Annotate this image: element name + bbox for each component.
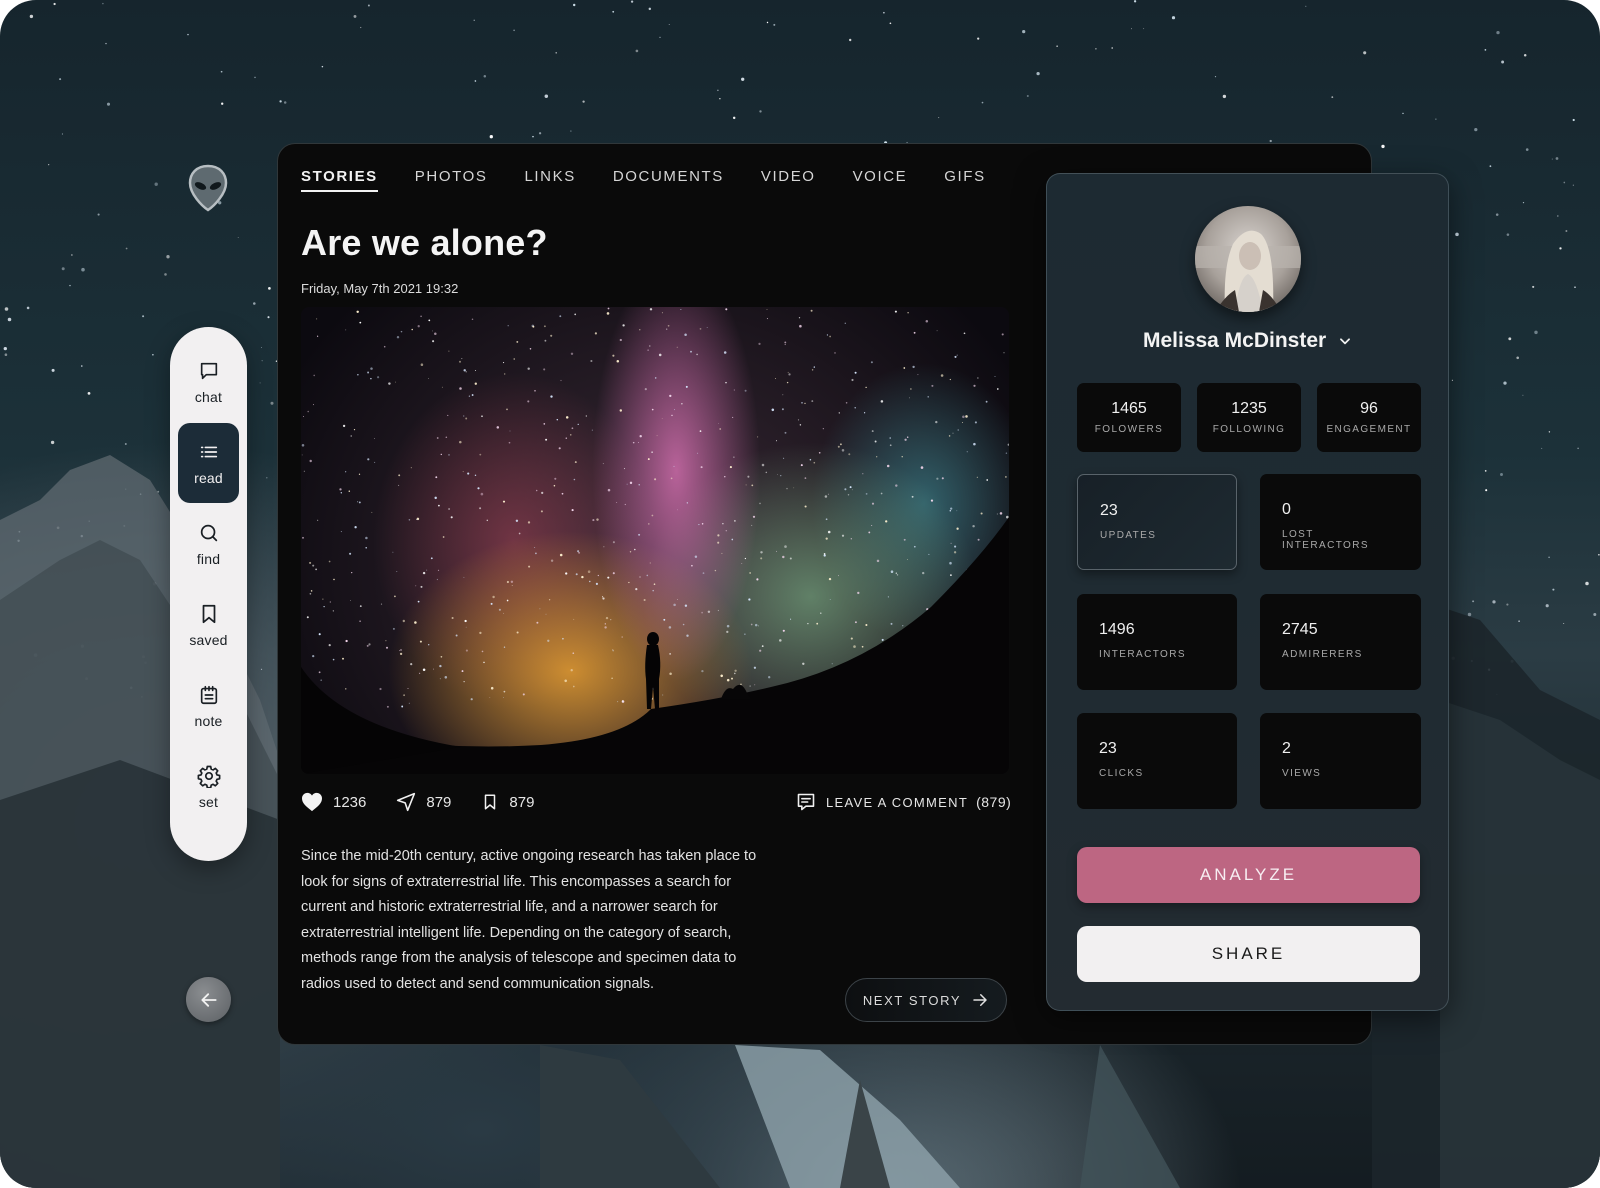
stat-label: FOLOWERS [1094, 424, 1164, 435]
side-nav: chat read find saved note set [170, 327, 247, 861]
metric-card-lost-interactors[interactable]: 0 LOST INTERACTORS [1260, 474, 1421, 570]
alien-head-icon [188, 164, 228, 212]
stat-value: 1235 [1231, 400, 1267, 417]
story-actions: 1236 879 879 [301, 792, 564, 812]
nav-item-label: saved [189, 632, 228, 648]
metric-value: 0 [1282, 501, 1291, 518]
arrow-right-icon [973, 994, 987, 1006]
nav-item-label: chat [194, 389, 223, 405]
profile-panel: Melissa McDinster 1465 FOLOWERS 1235 FOL… [1046, 173, 1449, 1011]
metric-card-clicks[interactable]: 23 CLICKS [1077, 713, 1237, 809]
share-count: 879 [426, 793, 452, 811]
arrow-left-icon [200, 992, 217, 1007]
bookmark-icon [485, 794, 496, 810]
metric-label: INTERACTORS [1099, 649, 1186, 660]
stat-following: 1235 FOLLOWING [1197, 383, 1301, 452]
tab-gifs[interactable]: GIFS [944, 168, 985, 191]
nav-item-label: note [194, 713, 223, 729]
nav-item-label: read [194, 470, 223, 486]
nav-item-note[interactable]: note [178, 666, 239, 746]
nav-item-read[interactable]: read [178, 423, 239, 503]
leave-comment-link[interactable]: LEAVE A COMMENT (879) [796, 792, 1011, 812]
heart-icon [302, 792, 322, 812]
share-story-button[interactable]: 879 [396, 792, 451, 812]
next-story-label: NEXT STORY [862, 992, 962, 1008]
metric-value: 2 [1282, 740, 1291, 757]
send-icon [397, 792, 416, 812]
tab-links[interactable]: LINKS [524, 168, 575, 191]
metric-card-admirerers[interactable]: 2745 ADMIRERERS [1260, 594, 1421, 690]
analyze-button[interactable]: ANALYZE [1077, 847, 1420, 903]
metric-value: 23 [1099, 740, 1117, 757]
comment-label: LEAVE A COMMENT [826, 794, 969, 810]
chevron-down-icon [1340, 338, 1351, 345]
share-button[interactable]: SHARE [1077, 926, 1420, 982]
profile-name-dropdown[interactable]: Melissa McDinster [1047, 329, 1448, 353]
story-date: Friday, May 7th 2021 19:32 [301, 281, 459, 296]
stat-value: 96 [1360, 400, 1378, 417]
stat-value: 1465 [1111, 400, 1147, 417]
profile-name: Melissa McDinster [1142, 329, 1327, 352]
story-body: Since the mid-20th century, active ongoi… [301, 848, 757, 992]
tab-stories[interactable]: STORIES [301, 168, 378, 192]
metric-label: CLICKS [1099, 768, 1144, 779]
nav-item-chat[interactable]: chat [178, 342, 239, 422]
list-icon [197, 440, 221, 464]
metric-card-interactors[interactable]: 1496 INTERACTORS [1077, 594, 1237, 690]
metric-label: UPDATES [1100, 530, 1157, 541]
bookmark-icon [197, 602, 221, 626]
tab-video[interactable]: VIDEO [761, 168, 816, 191]
like-button[interactable]: 1236 [301, 792, 366, 812]
tab-photos[interactable]: PHOTOS [415, 168, 488, 191]
metric-label: LOST INTERACTORS [1282, 529, 1369, 551]
tab-documents[interactable]: DOCUMENTS [613, 168, 724, 191]
save-count: 879 [509, 793, 535, 811]
nav-item-set[interactable]: set [178, 747, 239, 827]
metric-label: VIEWS [1282, 768, 1322, 779]
app-window: chat read find saved note set STORIES PH… [0, 0, 1600, 1188]
nav-item-label: find [196, 551, 221, 567]
comment-count: (879) [976, 794, 1012, 810]
search-icon [197, 521, 221, 545]
gear-icon [197, 764, 221, 788]
metric-value: 2745 [1282, 621, 1318, 638]
notepad-icon [197, 683, 221, 707]
stat-engagement: 96 ENGAGEMENT [1317, 383, 1421, 452]
story-title: Are we alone? [301, 222, 548, 263]
top-stats: 1465 FOLOWERS 1235 FOLLOWING 96 ENGAGEME… [1077, 383, 1421, 452]
story-image [301, 307, 1009, 774]
like-count: 1236 [333, 793, 367, 811]
metric-value: 23 [1100, 502, 1118, 519]
metric-card-updates[interactable]: 23 UPDATES [1077, 474, 1237, 570]
content-tabs: STORIES PHOTOS LINKS DOCUMENTS VIDEO VOI… [301, 168, 1023, 192]
comment-icon [797, 793, 815, 811]
avatar[interactable] [1195, 206, 1301, 312]
stat-label: FOLLOWING [1212, 424, 1286, 435]
chat-bubble-icon [197, 359, 221, 383]
metric-card-views[interactable]: 2 VIEWS [1260, 713, 1421, 809]
nav-item-label: set [198, 794, 219, 810]
metric-value: 1496 [1099, 621, 1135, 638]
avatar-portrait [1195, 230, 1301, 312]
nav-item-find[interactable]: find [178, 504, 239, 584]
nav-item-saved[interactable]: saved [178, 585, 239, 665]
metric-label: ADMIRERERS [1282, 649, 1363, 660]
back-button[interactable] [186, 977, 231, 1022]
next-story-button[interactable]: NEXT STORY [845, 978, 1007, 1022]
save-story-button[interactable]: 879 [481, 792, 534, 812]
photo-silhouette [301, 517, 1009, 774]
tab-voice[interactable]: VOICE [853, 168, 908, 191]
stat-label: ENGAGEMENT [1326, 424, 1412, 435]
stat-followers: 1465 FOLOWERS [1077, 383, 1181, 452]
